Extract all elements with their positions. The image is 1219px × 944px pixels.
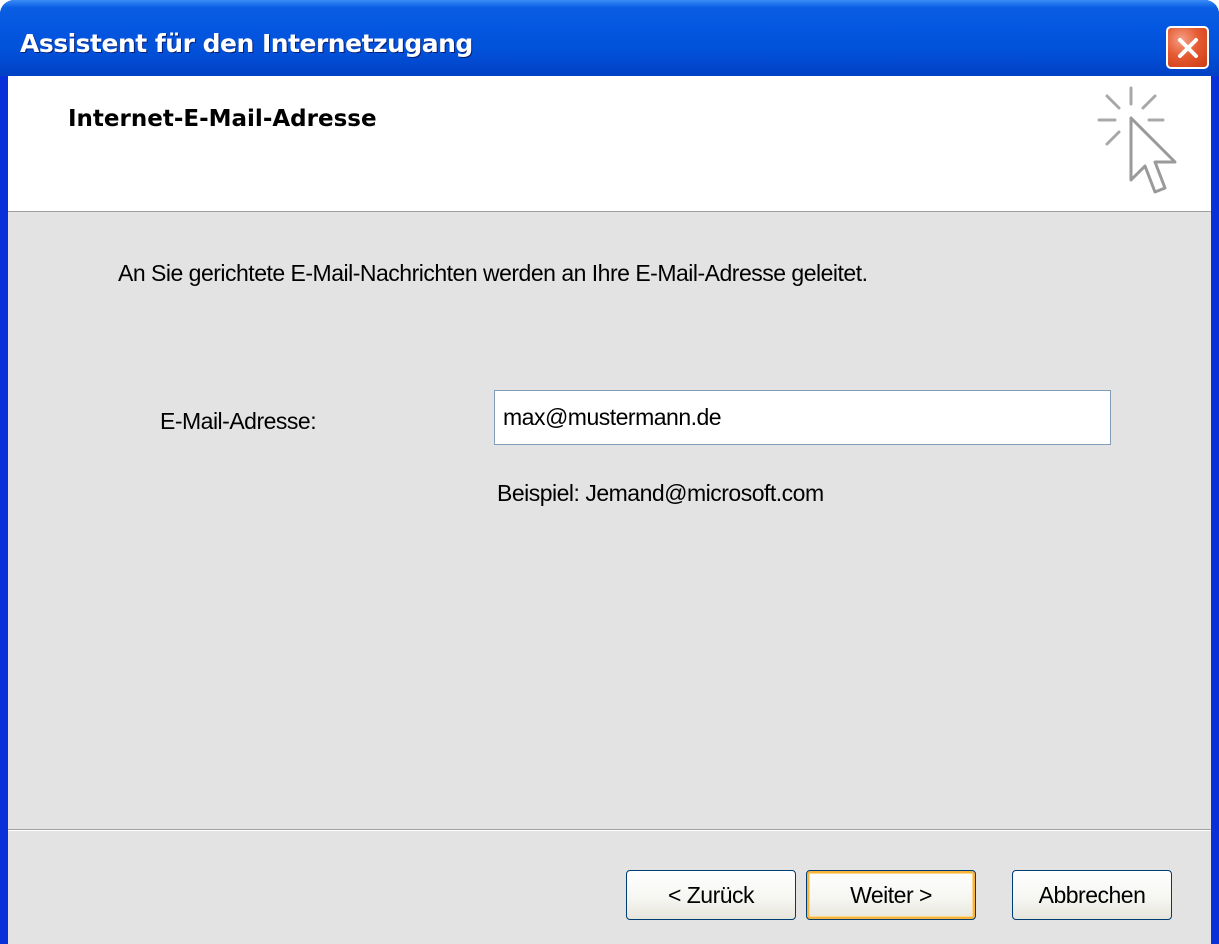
cancel-button[interactable]: Abbrechen — [1012, 870, 1172, 920]
wizard-window: Assistent für den Internetzugang Interne… — [0, 0, 1219, 944]
wizard-content: An Sie gerichtete E-Mail-Nachrichten wer… — [8, 212, 1211, 944]
window-frame-right — [1211, 76, 1219, 944]
intro-text: An Sie gerichtete E-Mail-Nachrichten wer… — [118, 260, 868, 286]
page-title: Internet-E-Mail-Adresse — [68, 106, 377, 132]
window-frame-left — [0, 76, 8, 944]
window-title: Assistent für den Internetzugang — [20, 29, 473, 58]
email-field[interactable] — [494, 390, 1111, 445]
wizard-header: Internet-E-Mail-Adresse — [8, 76, 1211, 212]
divider — [8, 829, 1211, 831]
example-hint: Beispiel: Jemand@microsoft.com — [497, 480, 824, 506]
back-button[interactable]: < Zurück — [626, 870, 796, 920]
email-label: E-Mail-Adresse: — [160, 408, 317, 434]
title-bar[interactable]: Assistent für den Internetzugang — [0, 0, 1219, 76]
close-button[interactable] — [1166, 26, 1209, 69]
next-button[interactable]: Weiter > — [806, 870, 976, 920]
close-icon — [1178, 38, 1198, 58]
wizard-cursor-icon — [1097, 86, 1177, 194]
